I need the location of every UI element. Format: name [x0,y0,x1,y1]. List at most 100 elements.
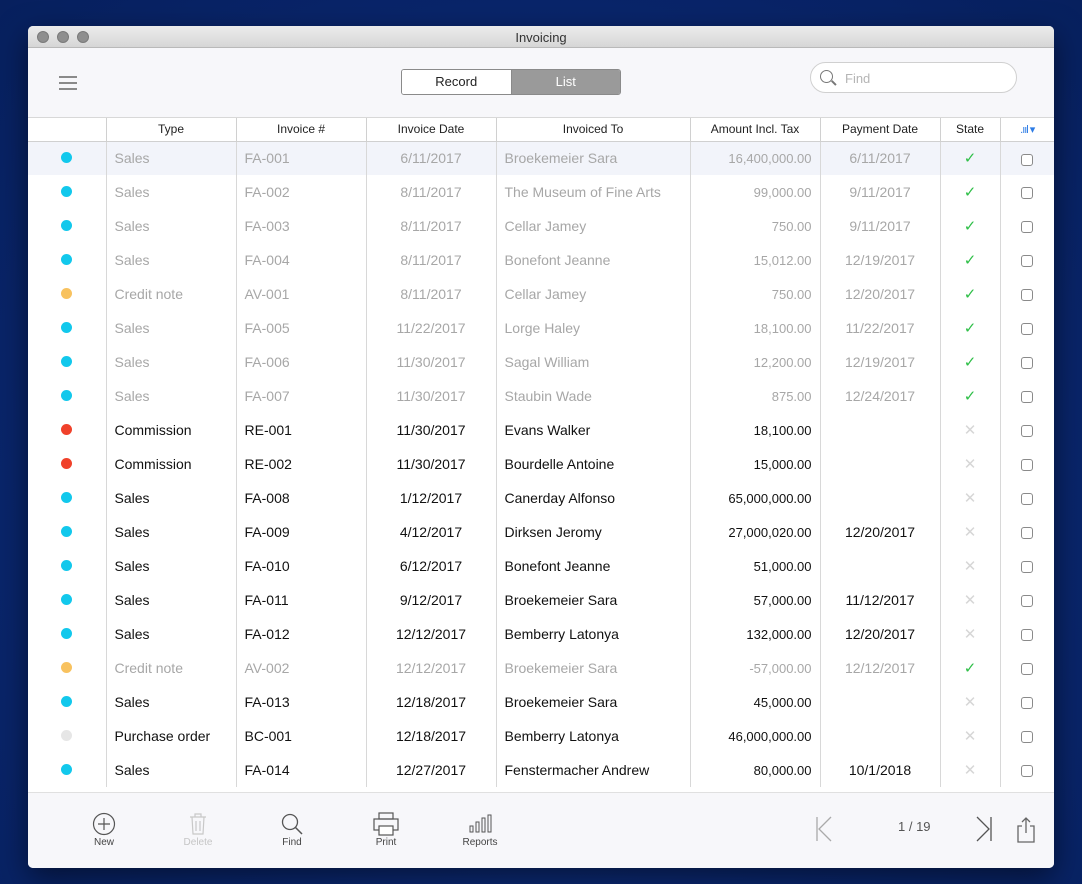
type-color-cell [28,243,107,277]
window-title: Invoicing [515,30,567,45]
cross-icon: ✕ [963,524,977,541]
header-color[interactable] [28,118,107,142]
table-row[interactable]: Sales FA-012 12/12/2017 Bemberry Latonya 132… [28,617,1054,651]
invoice-number-cell: FA-001 [236,141,367,175]
trash-icon [190,813,206,835]
list-view-button[interactable]: List [511,70,620,94]
table-row[interactable]: Sales FA-005 11/22/2017 Lorge Haley 18,100.0… [28,311,1054,345]
row-checkbox[interactable] [1021,289,1034,302]
table-row[interactable]: Purchase order BC-001 12/18/2017 Bemberry L… [28,719,1054,753]
cross-icon: ✕ [963,728,977,745]
invoice-number-cell: FA-004 [236,243,367,277]
last-page-button[interactable] [974,815,994,848]
share-button[interactable] [1016,817,1036,848]
record-view-button[interactable]: Record [402,70,512,94]
row-checkbox[interactable] [1021,731,1034,744]
print-label: Print [375,837,397,848]
row-checkbox[interactable] [1021,765,1034,778]
invoice-number-cell: FA-009 [236,515,367,549]
table-row[interactable]: Sales FA-003 8/11/2017 Cellar Jamey 750.00 9/… [28,209,1054,243]
table-row[interactable]: Sales FA-008 1/12/2017 Canerday Alfonso 65,0… [28,481,1054,515]
first-page-button[interactable] [814,815,834,848]
row-checkbox[interactable] [1021,221,1034,234]
invoiced-to-cell: Sagal William [496,345,691,379]
row-checkbox[interactable] [1021,391,1034,404]
header-state[interactable]: State [940,118,1001,142]
type-color-cell [28,141,107,175]
row-checkbox[interactable] [1021,561,1034,574]
header-invoice-date[interactable]: Invoice Date [366,118,497,142]
table-row[interactable]: Commission RE-001 11/30/2017 Evans Walker 18… [28,413,1054,447]
state-cell: ✕ [940,719,1001,753]
table-row[interactable]: Sales FA-004 8/11/2017 Bonefont Jeanne 15,01… [28,243,1054,277]
table-row[interactable]: Commission RE-002 11/30/2017 Bourdelle Anto… [28,447,1054,481]
row-checkbox[interactable] [1021,527,1034,540]
header-invoice-number[interactable]: Invoice # [236,118,367,142]
table-row[interactable]: Sales FA-009 4/12/2017 Dirksen Jeromy 27,000… [28,515,1054,549]
header-amount[interactable]: Amount Incl. Tax [690,118,821,142]
type-color-cell [28,311,107,345]
type-color-cell [28,379,107,413]
invoice-date-cell: 9/12/2017 [366,583,497,617]
table-row[interactable]: Sales FA-010 6/12/2017 Bonefont Jeanne 51,00… [28,549,1054,583]
column-selector-icon[interactable]: .ııl ▾ [1000,118,1054,142]
type-color-dot [61,526,73,537]
invoiced-to-cell: Bonefont Jeanne [496,243,691,277]
invoice-number-cell: FA-005 [236,311,367,345]
row-checkbox[interactable] [1021,187,1034,200]
type-color-cell [28,685,107,719]
table-row[interactable]: Sales FA-002 8/11/2017 The Museum of Fine A… [28,175,1054,209]
menu-icon[interactable] [59,76,77,90]
search-box[interactable] [810,62,1017,93]
table-row[interactable]: Sales FA-001 6/11/2017 Broekemeier Sara 16,4… [28,141,1054,175]
select-cell [1000,175,1054,209]
type-cell: Sales [106,685,237,719]
row-checkbox[interactable] [1021,663,1034,676]
find-button[interactable]: Find [262,811,322,848]
magnifier-icon [281,813,303,835]
reports-button[interactable]: Reports [450,811,510,848]
table-row[interactable]: Credit note AV-001 8/11/2017 Cellar Jamey 75… [28,277,1054,311]
row-checkbox[interactable] [1021,153,1034,166]
cross-icon: ✕ [963,694,977,711]
amount-cell: 132,000.00 [690,617,821,651]
row-checkbox[interactable] [1021,459,1034,472]
table-row[interactable]: Sales FA-007 11/30/2017 Staubin Wade 875.00 1… [28,379,1054,413]
row-checkbox[interactable] [1021,425,1034,438]
type-cell: Sales [106,379,237,413]
table-row[interactable]: Sales FA-006 11/30/2017 Sagal William 12,200… [28,345,1054,379]
header-payment-date[interactable]: Payment Date [820,118,941,142]
amount-cell: 46,000,000.00 [690,719,821,753]
row-checkbox[interactable] [1021,255,1034,268]
search-input[interactable] [845,68,1005,88]
row-checkbox[interactable] [1021,323,1034,336]
row-checkbox[interactable] [1021,493,1034,506]
delete-button[interactable]: Delete [168,811,228,848]
type-color-dot [61,288,73,299]
type-cell: Commission [106,447,237,481]
type-cell: Purchase order [106,719,237,753]
header-invoiced-to[interactable]: Invoiced To [496,118,691,142]
type-color-cell [28,515,107,549]
table-row[interactable]: Sales FA-011 9/12/2017 Broekemeier Sara 57,0… [28,583,1054,617]
checkmark-icon: ✓ [963,218,977,235]
state-cell: ✓ [940,141,1001,175]
row-checkbox[interactable] [1021,697,1034,710]
type-color-cell [28,209,107,243]
amount-cell: 57,000.00 [690,583,821,617]
invoice-date-cell: 11/30/2017 [366,379,497,413]
select-cell [1000,549,1054,583]
row-checkbox[interactable] [1021,629,1034,642]
print-button[interactable]: Print [356,811,416,848]
header-type[interactable]: Type [106,118,237,142]
state-cell: ✕ [940,617,1001,651]
table-row[interactable]: Sales FA-014 12/27/2017 Fenstermacher Andre… [28,753,1054,787]
row-checkbox[interactable] [1021,595,1034,608]
new-button[interactable]: New [74,811,134,848]
table-row[interactable]: Credit note AV-002 12/12/2017 Broekemeier S… [28,651,1054,685]
invoice-date-cell: 12/27/2017 [366,753,497,787]
select-cell [1000,243,1054,277]
bar-chart-icon [469,814,492,833]
table-row[interactable]: Sales FA-013 12/18/2017 Broekemeier Sara 45,… [28,685,1054,719]
row-checkbox[interactable] [1021,357,1034,370]
